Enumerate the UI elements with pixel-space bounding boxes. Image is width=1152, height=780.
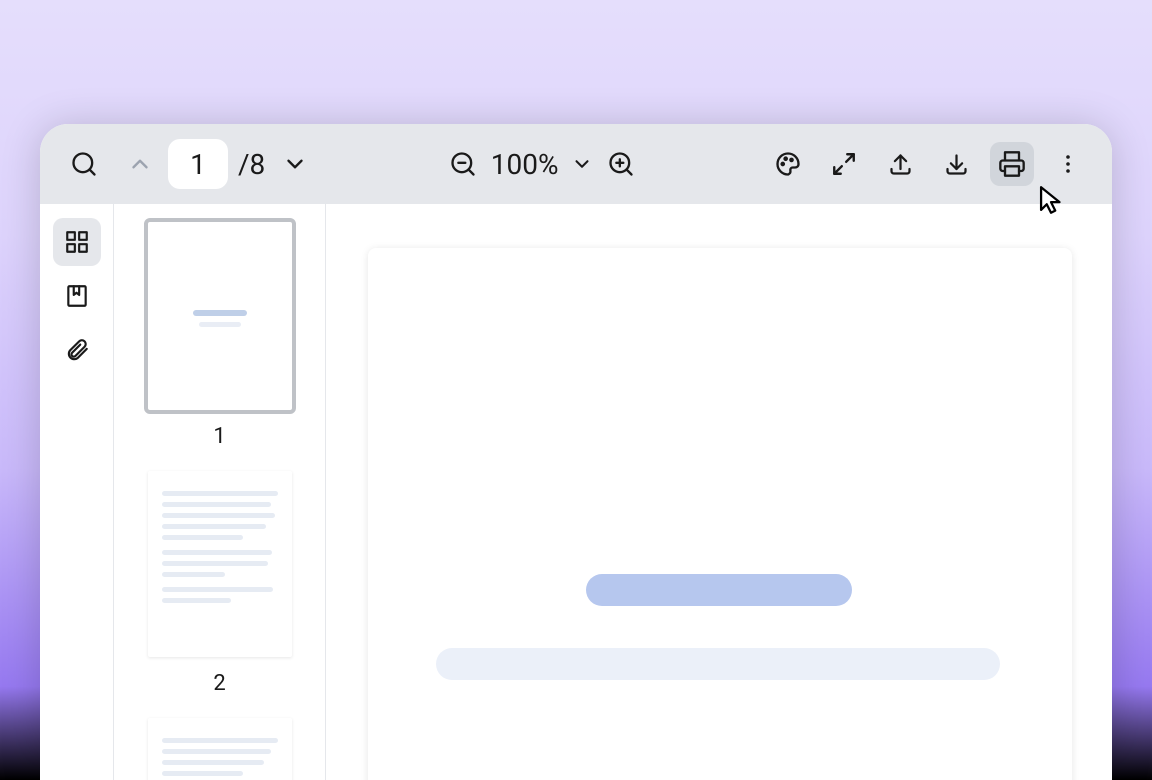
main-page-view[interactable] — [326, 204, 1112, 780]
palette-icon — [774, 150, 802, 178]
fullscreen-button[interactable] — [822, 142, 866, 186]
thumbnail-label: 2 — [213, 671, 225, 696]
thumbnails-tab[interactable] — [53, 218, 101, 266]
more-button[interactable] — [1046, 142, 1090, 186]
bookmarks-tab[interactable] — [53, 272, 101, 320]
thumbnail-page-2 — [148, 471, 292, 657]
attachments-tab[interactable] — [53, 326, 101, 374]
zoom-out-icon — [449, 150, 477, 178]
pdf-viewer-window: /8 100% — [40, 124, 1112, 780]
upload-button[interactable] — [878, 142, 922, 186]
page-canvas — [368, 248, 1072, 780]
thumbnail-item[interactable] — [148, 718, 292, 780]
chevron-down-icon — [571, 153, 593, 175]
upload-icon — [887, 151, 914, 178]
bookmark-icon — [64, 283, 90, 309]
thumbnail-panel: 1 2 — [114, 204, 326, 780]
zoom-out-button[interactable] — [441, 142, 485, 186]
print-icon — [998, 150, 1026, 178]
thumbnail-page-3 — [148, 718, 292, 780]
fullscreen-icon — [831, 151, 857, 177]
zoom-in-button[interactable] — [599, 142, 643, 186]
next-page-button[interactable] — [273, 142, 317, 186]
content-area: 1 2 — [40, 204, 1112, 780]
zoom-dropdown-button[interactable] — [565, 142, 599, 186]
zoom-in-icon — [607, 150, 635, 178]
search-button[interactable] — [62, 142, 106, 186]
search-icon — [70, 150, 98, 178]
placeholder-title — [586, 574, 852, 606]
download-icon — [943, 151, 970, 178]
thumbnail-page-1 — [148, 222, 292, 410]
print-button[interactable] — [990, 142, 1034, 186]
attachment-icon — [64, 337, 90, 363]
chevron-up-icon — [127, 151, 153, 177]
zoom-level-label: 100% — [485, 148, 565, 181]
page-number-input[interactable] — [168, 139, 228, 189]
page-total-label: /8 — [238, 148, 273, 181]
more-vert-icon — [1056, 152, 1080, 176]
prev-page-button[interactable] — [118, 142, 162, 186]
side-tabs — [40, 204, 114, 780]
chevron-down-icon — [282, 151, 308, 177]
theme-button[interactable] — [766, 142, 810, 186]
placeholder-subtitle — [436, 648, 1000, 680]
thumbnail-label: 1 — [213, 424, 225, 449]
thumbnail-item[interactable]: 2 — [148, 471, 292, 696]
download-button[interactable] — [934, 142, 978, 186]
toolbar: /8 100% — [40, 124, 1112, 204]
grid-icon — [64, 229, 90, 255]
thumbnail-item[interactable]: 1 — [148, 222, 292, 449]
